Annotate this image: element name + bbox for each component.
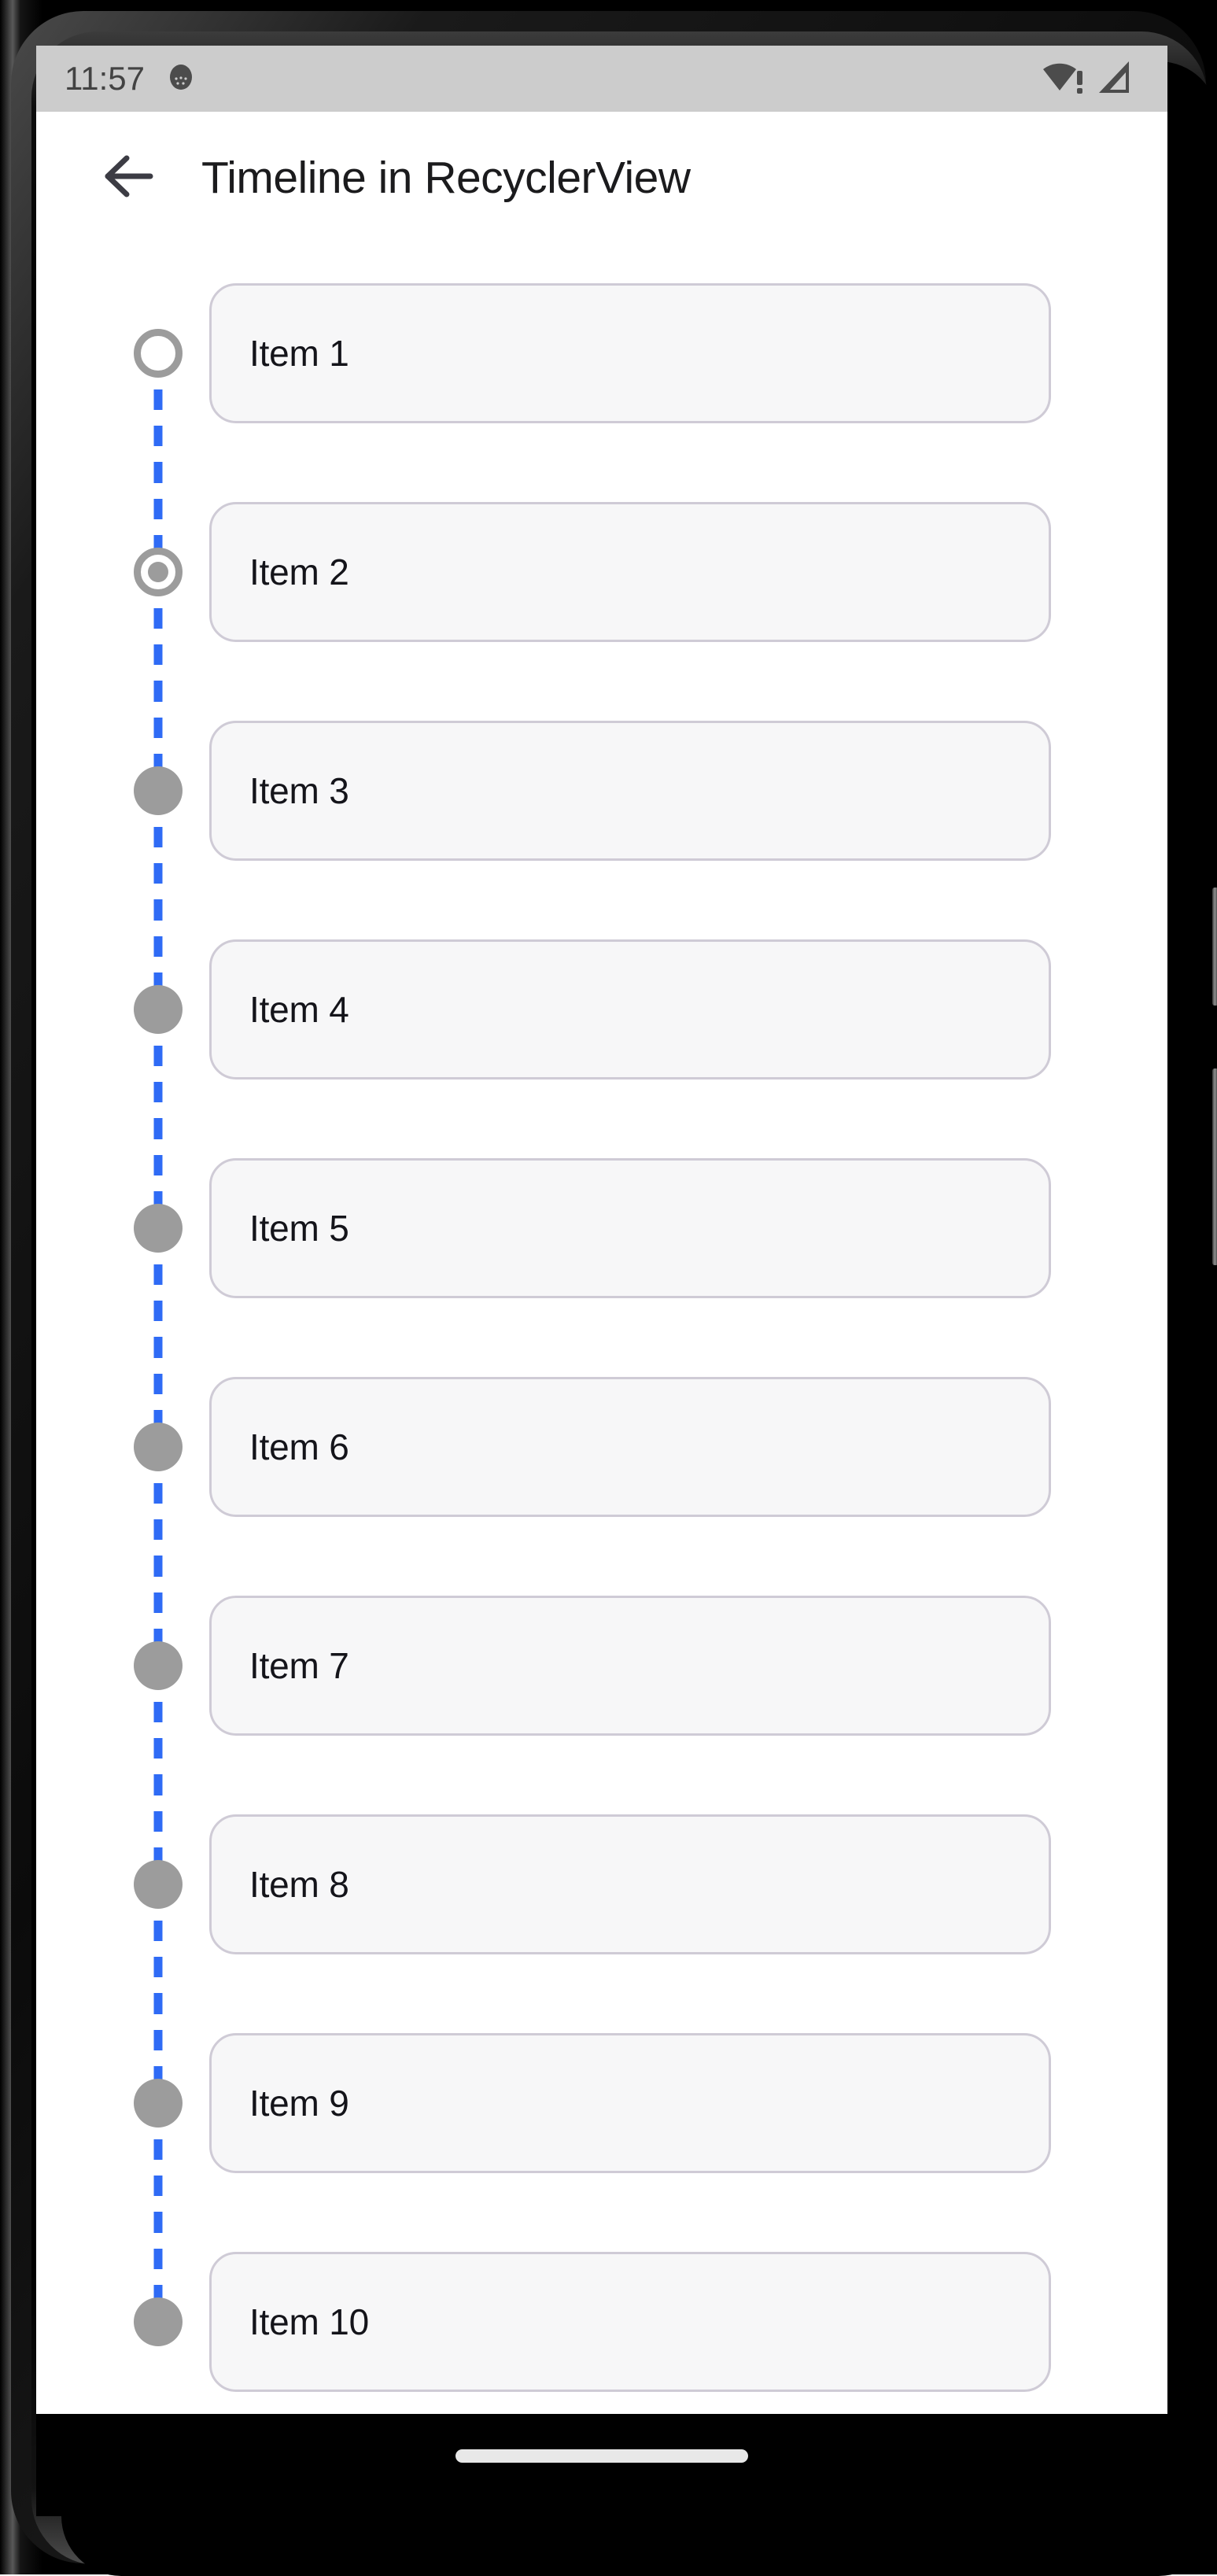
timeline-row[interactable]: Item 7 — [36, 1556, 1167, 1775]
timeline-item-label: Item 8 — [249, 1864, 349, 1905]
timeline-marker-ringdot — [134, 548, 183, 596]
timeline-row[interactable]: Item 4 — [36, 900, 1167, 1119]
cellular-signal-icon — [1097, 59, 1133, 99]
timeline-marker-column — [36, 244, 209, 463]
timeline-item-label: Item 9 — [249, 2083, 349, 2124]
timeline-marker-filled — [134, 1423, 183, 1471]
status-bar-left: 11:57 — [65, 61, 197, 97]
device-frame: 11:57 Timeline in RecyclerView Item 1 It… — [0, 0, 1217, 2576]
timeline-item-card[interactable]: Item 9 — [209, 2033, 1051, 2173]
timeline-row[interactable]: Item 5 — [36, 1119, 1167, 1338]
timeline-item-card[interactable]: Item 5 — [209, 1158, 1051, 1298]
timeline-marker-filled — [134, 2079, 183, 2128]
timeline-item-card[interactable]: Item 6 — [209, 1377, 1051, 1517]
page-title: Timeline in RecyclerView — [201, 153, 691, 203]
home-indicator[interactable] — [455, 2449, 748, 2463]
phone-screen: 11:57 Timeline in RecyclerView Item 1 It… — [36, 46, 1167, 2414]
status-bar: 11:57 — [36, 46, 1167, 112]
timeline-recyclerview[interactable]: Item 1 Item 2 Item 3 Item 4 Item 5 Item 6 Item… — [36, 244, 1167, 2414]
timeline-item-label: Item 10 — [249, 2301, 370, 2342]
android-head-icon — [165, 61, 197, 97]
timeline-marker-column — [36, 1994, 209, 2212]
timeline-marker-column — [36, 463, 209, 681]
timeline-marker-filled — [134, 1860, 183, 1909]
timeline-marker-column — [36, 681, 209, 900]
timeline-marker-filled — [134, 985, 183, 1034]
timeline-item-label: Item 3 — [249, 770, 349, 811]
timeline-marker-column — [36, 900, 209, 1119]
timeline-item-card[interactable]: Item 1 — [209, 283, 1051, 423]
timeline-row[interactable]: Item 3 — [36, 681, 1167, 900]
power-button[interactable] — [1212, 888, 1217, 1006]
status-bar-right — [1042, 59, 1133, 99]
timeline-item-label: Item 1 — [249, 333, 349, 374]
timeline-item-card[interactable]: Item 10 — [209, 2252, 1051, 2392]
timeline-item-label: Item 4 — [249, 989, 349, 1030]
timeline-marker-filled — [134, 1204, 183, 1253]
timeline-item-label: Item 6 — [249, 1426, 349, 1467]
timeline-marker-column — [36, 1119, 209, 1338]
timeline-marker-column — [36, 1556, 209, 1775]
timeline-item-card[interactable]: Item 7 — [209, 1596, 1051, 1736]
navigation-bar — [36, 2414, 1167, 2497]
status-bar-clock: 11:57 — [65, 60, 145, 97]
timeline-item-card[interactable]: Item 4 — [209, 939, 1051, 1079]
timeline-marker-filled — [134, 766, 183, 815]
timeline-marker-column — [36, 1775, 209, 1994]
timeline-row[interactable]: Item 9 — [36, 1994, 1167, 2212]
timeline-item-card[interactable]: Item 3 — [209, 721, 1051, 861]
timeline-marker-column — [36, 1338, 209, 1556]
arrow-left-icon — [103, 152, 160, 205]
app-bar: Timeline in RecyclerView — [36, 112, 1167, 244]
timeline-marker-hollow — [134, 329, 183, 378]
timeline-marker-filled — [134, 1641, 183, 1690]
timeline-marker-inner-dot — [148, 562, 168, 582]
timeline-row[interactable]: Item 6 — [36, 1338, 1167, 1556]
timeline-row[interactable]: Item 1 — [36, 244, 1167, 463]
timeline-item-label: Item 2 — [249, 552, 349, 592]
back-button[interactable] — [101, 147, 162, 209]
timeline-item-card[interactable]: Item 2 — [209, 502, 1051, 642]
timeline-marker-filled — [134, 2297, 183, 2346]
timeline-row[interactable]: Item 10 — [36, 2212, 1167, 2414]
timeline-row[interactable]: Item 2 — [36, 463, 1167, 681]
timeline-row[interactable]: Item 8 — [36, 1775, 1167, 1994]
volume-button[interactable] — [1212, 1068, 1217, 1265]
wifi-no-internet-icon — [1042, 59, 1086, 99]
timeline-item-label: Item 5 — [249, 1208, 349, 1249]
timeline-item-label: Item 7 — [249, 1645, 349, 1686]
timeline-marker-column — [36, 2212, 209, 2414]
timeline-item-card[interactable]: Item 8 — [209, 1814, 1051, 1954]
